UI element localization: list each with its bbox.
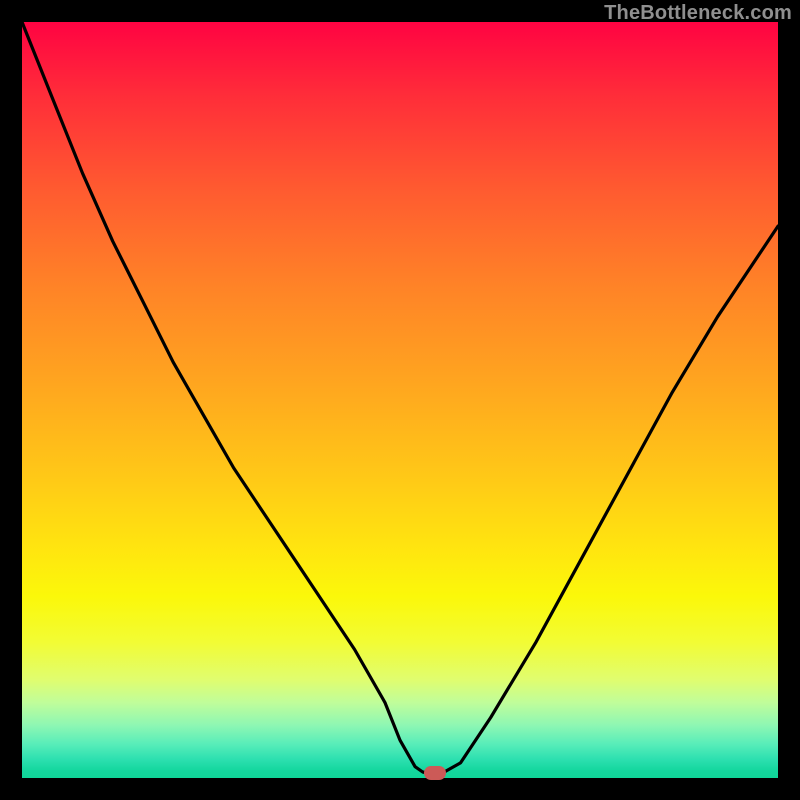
chart-stage: TheBottleneck.com: [0, 0, 800, 800]
bottleneck-curve: [22, 22, 778, 778]
plot-area: [22, 22, 778, 778]
optimum-marker: [424, 766, 446, 780]
